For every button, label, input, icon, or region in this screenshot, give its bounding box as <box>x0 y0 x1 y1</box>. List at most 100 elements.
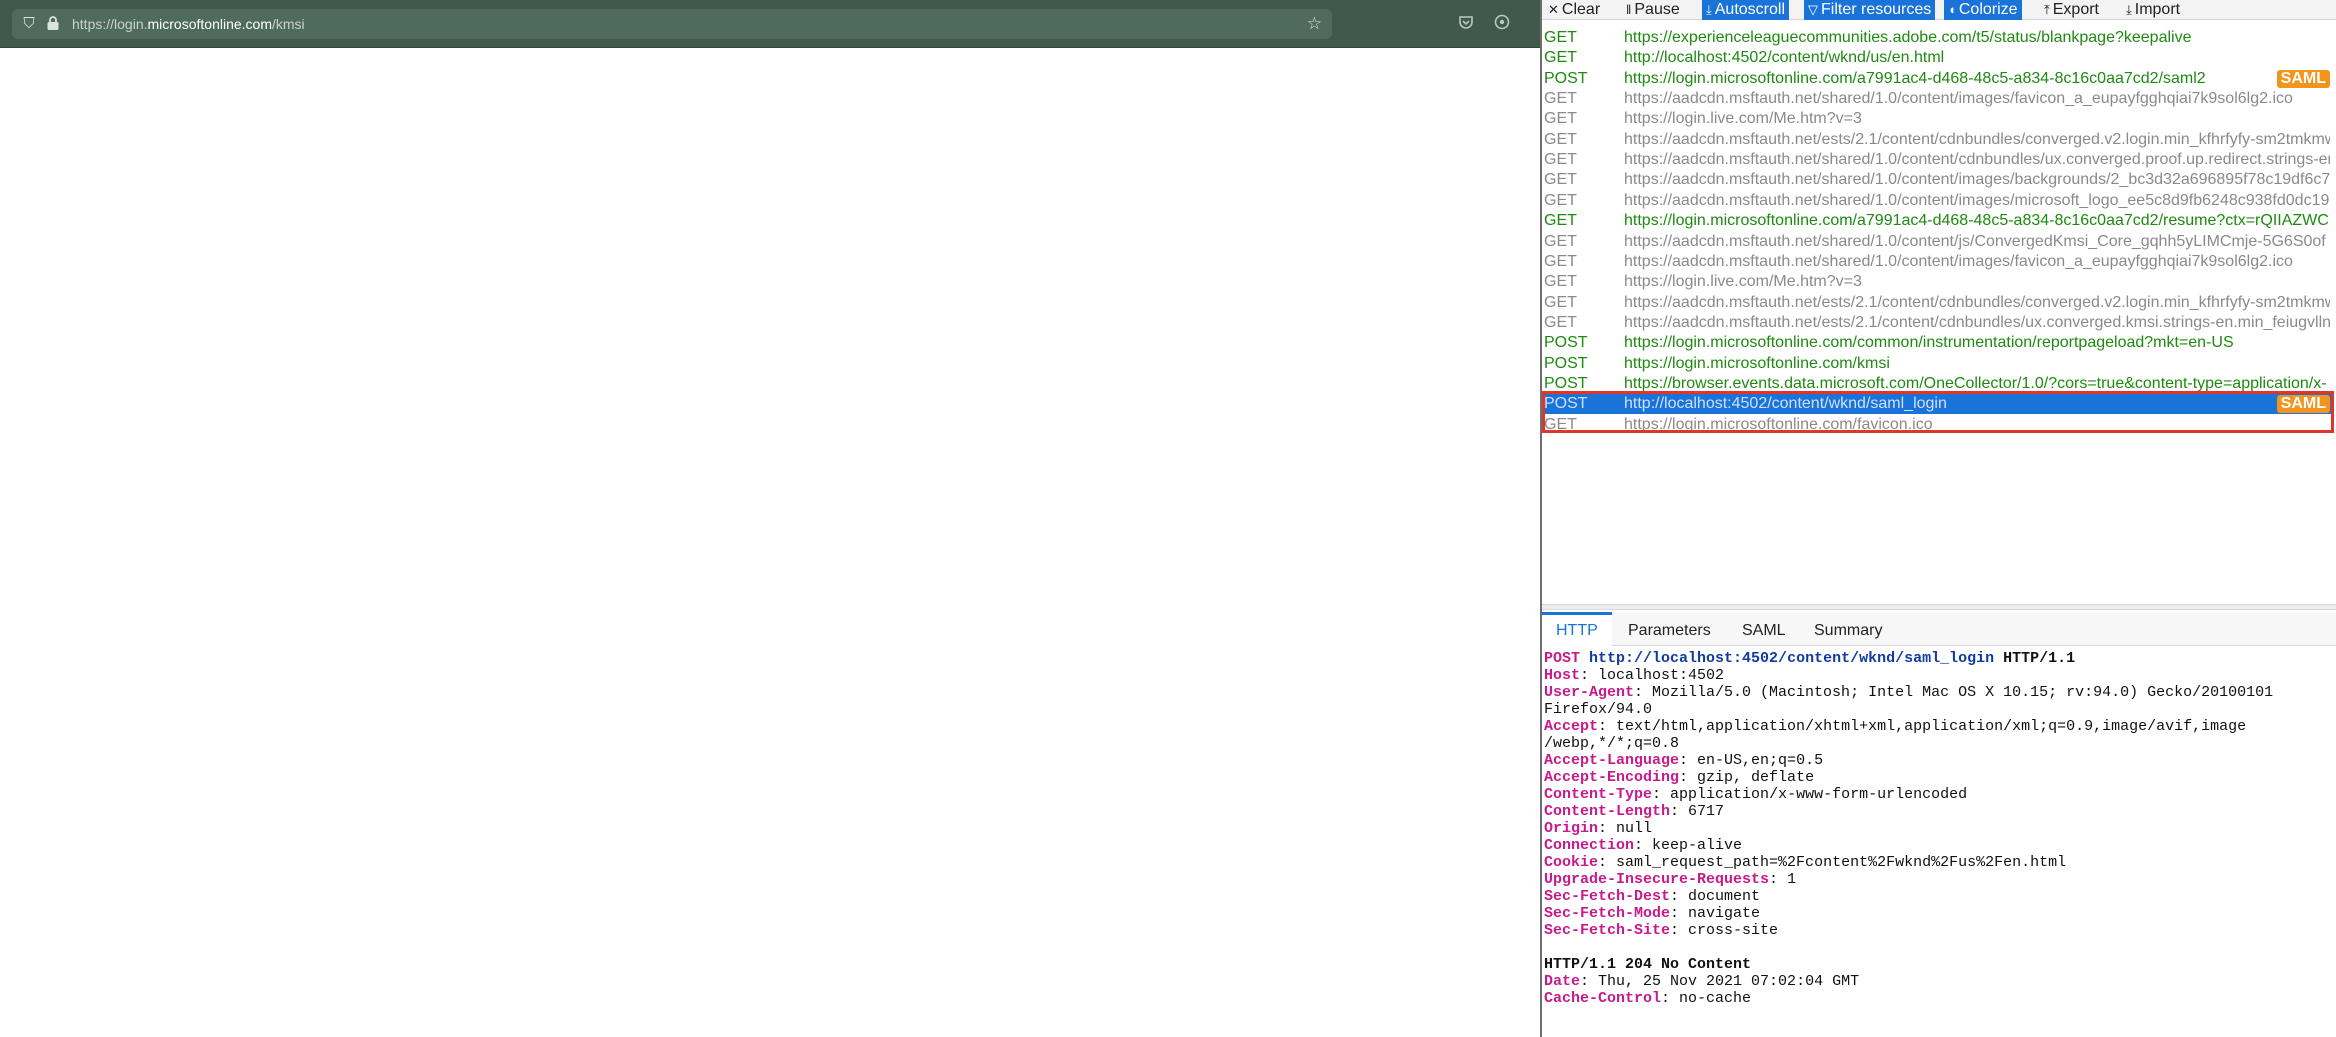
request-row[interactable]: GET https://aadcdn.msftauth.net/ests/2.1/… <box>1542 293 2332 313</box>
request-url: https://login.microsoftonline.com/a7991a… <box>1624 212 2329 230</box>
request-row[interactable]: GET https://login.live.com/Me.htm?v=3 <box>1542 272 2332 292</box>
import-icon: ⤓ <box>2126 2 2132 17</box>
header-name: Sec-Fetch-Dest <box>1544 888 1671 905</box>
pocket-icon[interactable] <box>1456 14 1476 34</box>
header-value: Mozilla/5.0 (Macintosh; Intel Mac OS X 1… <box>1652 684 2274 701</box>
request-header: Content-Length: 6717 <box>1544 803 1725 820</box>
request-url: https://aadcdn.msftauth.net/shared/1.0/c… <box>1624 171 2330 189</box>
url-prefix: https://login. <box>72 16 148 32</box>
tab-http[interactable]: HTTP <box>1542 612 1612 646</box>
import-label: Import <box>2134 1 2181 18</box>
request-method: GET <box>1544 252 1577 270</box>
header-value: application/x-www-form-urlencoded <box>1670 786 1968 803</box>
shield-icon[interactable]: ⛉ <box>20 15 38 33</box>
request-row[interactable]: GET https://login.microsoftonline.com/a79… <box>1542 211 2332 231</box>
pause-icon: ‖ <box>1626 2 1632 17</box>
autoscroll-button[interactable]: ⤓ Autoscroll <box>1702 0 1789 20</box>
lock-icon[interactable] <box>44 15 62 33</box>
filter-resources-button[interactable]: ▽ Filter resources <box>1804 0 1936 20</box>
tab-saml[interactable]: SAML <box>1728 612 1800 646</box>
request-method: GET <box>1544 151 1577 169</box>
autoscroll-label: Autoscroll <box>1714 1 1785 18</box>
header-name: Sec-Fetch-Site <box>1544 922 1671 939</box>
header-name: Content-Type <box>1544 786 1653 803</box>
request-row[interactable]: GET https://experienceleaguecommunities.a… <box>1542 28 2332 48</box>
header-name: Accept <box>1544 718 1599 735</box>
export-button[interactable]: ⤒ Export <box>2040 0 2103 20</box>
request-method: GET <box>1544 29 1577 46</box>
request-url: https://aadcdn.msftauth.net/ests/2.1/con… <box>1624 313 2330 331</box>
request-row[interactable]: POST https://login.microsoftonline.com/a7… <box>1542 69 2332 89</box>
address-bar[interactable]: ⛉ https://login.microsoftonline.com/kmsi… <box>12 9 1332 39</box>
request-row[interactable]: GET https://aadcdn.msftauth.net/shared/1.… <box>1542 150 2332 170</box>
request-row[interactable]: GET http://localhost:4502/content/wknd/us… <box>1542 48 2332 68</box>
header-value: navigate <box>1688 905 1761 922</box>
header-value: /webp,*/*;q=0.8 <box>1544 735 1680 752</box>
header-name: Accept-Encoding <box>1544 769 1680 786</box>
request-row[interactable]: GET https://aadcdn.msftauth.net/shared/1.… <box>1542 252 2332 272</box>
request-row[interactable]: POST https://login.microsoftonline.com/co… <box>1542 333 2332 353</box>
url-path: /kmsi <box>272 16 305 32</box>
clear-button[interactable]: ✕ Clear <box>1544 0 1604 20</box>
request-method: GET <box>1544 232 1577 250</box>
header-value: no-cache <box>1679 990 1752 1007</box>
request-row[interactable]: GET https://aadcdn.msftauth.net/ests/2.1/… <box>1542 130 2332 150</box>
request-url: https://login.live.com/Me.htm?v=3 <box>1624 273 1862 291</box>
page-content <box>0 48 1540 1037</box>
request-header: Connection: keep-alive <box>1544 837 1743 854</box>
request-method: GET <box>1544 171 1577 189</box>
header-name: User-Agent <box>1544 684 1635 701</box>
request-header-continuation: Firefox/94.0 <box>1544 701 2334 718</box>
request-protocol: HTTP/1.1 <box>2003 650 2076 667</box>
response-header: Cache-Control: no-cache <box>1544 990 1752 1007</box>
tab-summary[interactable]: Summary <box>1800 612 1896 646</box>
bookmark-star-icon[interactable]: ☆ <box>1307 14 1322 34</box>
request-url: https://aadcdn.msftauth.net/shared/1.0/c… <box>1624 232 2326 250</box>
header-value: gzip, deflate <box>1697 769 1815 786</box>
request-row[interactable]: GET https://aadcdn.msftauth.net/shared/1.… <box>1542 191 2332 211</box>
header-value: saml_request_path=%2Fcontent%2Fwknd%2Fus… <box>1616 854 2067 871</box>
header-value: 6717 <box>1688 803 1725 820</box>
clear-label: Clear <box>1561 1 1601 18</box>
pause-button[interactable]: ‖ Pause <box>1622 0 1684 20</box>
request-row[interactable]: GET https://aadcdn.msftauth.net/shared/1.… <box>1542 89 2332 109</box>
header-name: Content-Length <box>1544 803 1671 820</box>
header-name: Date <box>1544 973 1581 990</box>
request-row[interactable]: GET https://aadcdn.msftauth.net/ests/2.1/… <box>1542 313 2332 333</box>
request-url: https://aadcdn.msftauth.net/shared/1.0/c… <box>1624 151 2330 169</box>
filter-icon: ▽ <box>1808 2 1818 17</box>
colorize-button[interactable]: ◖ Colorize <box>1944 0 2022 20</box>
request-method: GET <box>1544 90 1577 108</box>
http-detail: POST http://localhost:4502/content/wknd/… <box>1544 650 2334 1037</box>
request-url: https://aadcdn.msftauth.net/ests/2.1/con… <box>1624 293 2330 311</box>
request-row[interactable]: GET https://aadcdn.msftauth.net/shared/1.… <box>1542 170 2332 190</box>
request-header: Sec-Fetch-Mode: navigate <box>1544 905 1761 922</box>
browser-window: ⛉ https://login.microsoftonline.com/kmsi… <box>0 0 1540 1037</box>
tab-parameters[interactable]: Parameters <box>1614 612 1725 646</box>
request-method: GET <box>1544 313 1577 331</box>
extension-icon[interactable] <box>1492 14 1512 34</box>
download-icon: ⤓ <box>1706 2 1712 17</box>
request-header: Sec-Fetch-Dest: document <box>1544 888 1761 905</box>
request-method: GET <box>1544 191 1577 209</box>
request-method: POST <box>1544 334 1588 352</box>
header-value: localhost:4502 <box>1598 667 1725 684</box>
request-method: POST <box>1544 650 1581 667</box>
tracer-toolbar: ✕ Clear ‖ Pause ⤓ Autoscroll ▽ Filter resour… <box>1542 0 2336 20</box>
header-name: Upgrade-Insecure-Requests <box>1544 871 1770 888</box>
request-url: https://experienceleaguecommunities.adob… <box>1624 29 2192 46</box>
request-header: Sec-Fetch-Site: cross-site <box>1544 922 1779 939</box>
request-list: GET https://experienceleaguecommunities.a… <box>1542 26 2336 606</box>
pause-label: Pause <box>1634 1 1680 18</box>
header-name: Host <box>1544 667 1581 684</box>
request-header: Accept-Language: en-US,en;q=0.5 <box>1544 752 1824 769</box>
request-row[interactable]: GET https://aadcdn.msftauth.net/shared/1.… <box>1542 232 2332 252</box>
url-text[interactable]: https://login.microsoftonline.com/kmsi <box>72 14 305 34</box>
request-row[interactable]: POST https://login.microsoftonline.com/km… <box>1542 354 2332 374</box>
header-value: null <box>1616 820 1653 837</box>
header-name: Accept-Language <box>1544 752 1680 769</box>
request-row[interactable]: GET https://login.live.com/Me.htm?v=3 <box>1542 109 2332 129</box>
request-url: https://login.microsoftonline.com/a7991a… <box>1624 69 2206 87</box>
import-button[interactable]: ⤓ Import <box>2122 0 2184 20</box>
pane-splitter[interactable] <box>1542 604 2336 610</box>
